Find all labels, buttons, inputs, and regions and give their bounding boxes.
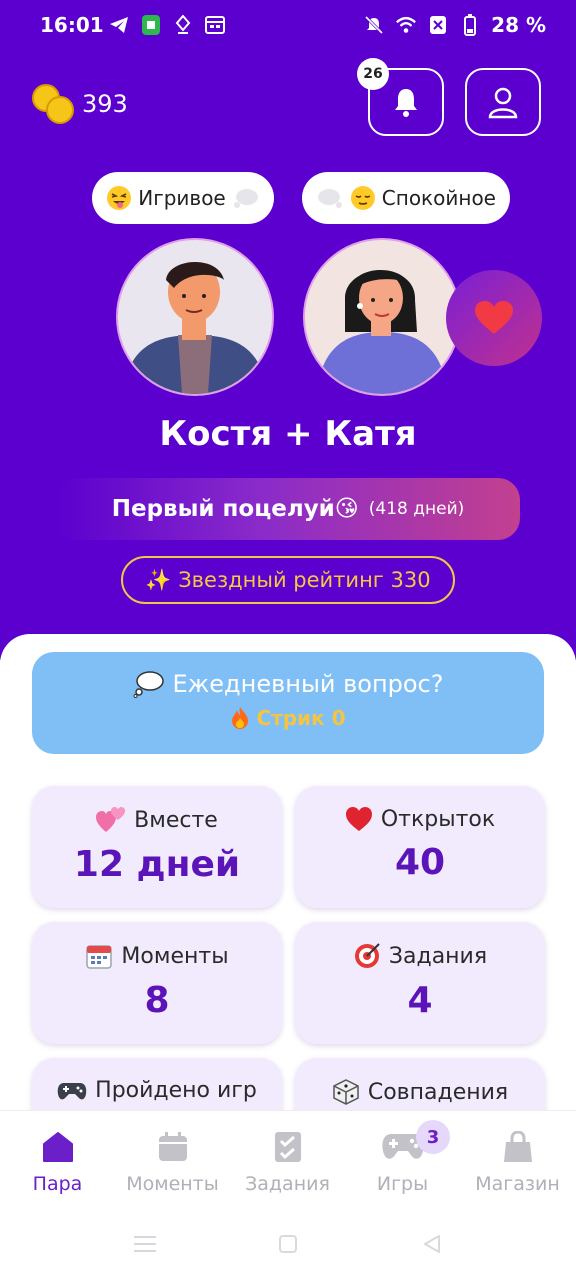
calendar-status-icon <box>204 14 226 36</box>
stat-value: 12 дней <box>73 844 241 885</box>
daily-question-label: Ежедневный вопрос? <box>172 670 444 698</box>
mood-chip-partner1[interactable]: Игривое <box>92 172 274 224</box>
back-icon[interactable] <box>422 1234 442 1254</box>
stat-label: Задания <box>388 943 488 969</box>
stat-label: Открыток <box>380 806 496 832</box>
status-time: 16:01 <box>40 13 104 37</box>
stat-label: Моменты <box>121 943 229 969</box>
thought-bubble-icon <box>317 189 342 208</box>
mood-chip-partner2[interactable]: Спокойное <box>302 172 510 224</box>
woman-avatar-icon <box>317 269 447 394</box>
man-avatar-icon <box>123 261 267 394</box>
stat-card-postcards[interactable]: Открыток 40 <box>295 786 545 908</box>
nav-item-shop[interactable]: Магазин <box>460 1129 575 1195</box>
couple-names: Костя + Катя <box>159 414 417 454</box>
stat-value: 40 <box>394 842 446 883</box>
mood-label: Игривое <box>138 186 226 210</box>
user-icon <box>488 87 518 119</box>
notifications-badge: 26 <box>357 58 389 90</box>
calendar-icon <box>86 945 113 969</box>
dice-icon <box>333 1079 359 1105</box>
coins-icon <box>32 84 74 124</box>
nav-item-couple[interactable]: Пара <box>0 1129 115 1195</box>
checklist-icon <box>274 1132 301 1162</box>
no-sim-icon <box>427 14 449 36</box>
menu-icon[interactable] <box>134 1234 156 1254</box>
header-area: 16:01 28 % 393 26 Игривое Спокойное Кост… <box>0 0 576 660</box>
red-heart-icon <box>345 807 372 831</box>
nav-item-moments[interactable]: Моменты <box>115 1129 230 1195</box>
avatar-partner1[interactable] <box>116 238 274 396</box>
nav-label: Пара <box>32 1173 83 1195</box>
thought-bubble-icon <box>233 189 258 208</box>
battery-icon <box>459 14 481 36</box>
system-navigation-bar <box>0 1216 576 1272</box>
mute-icon <box>363 14 385 36</box>
fire-icon <box>232 707 249 729</box>
download-icon <box>172 14 194 36</box>
milestone-days: (418 дней) <box>368 499 465 519</box>
shopping-bag-icon <box>503 1131 532 1162</box>
nav-label: Задания <box>245 1173 330 1195</box>
daily-question-card[interactable]: Ежедневный вопрос? Стрик 0 <box>32 652 544 754</box>
nav-label: Моменты <box>126 1173 219 1195</box>
stat-label: Вместе <box>134 807 218 833</box>
status-bar: 16:01 28 % <box>0 0 576 52</box>
avatar-partner2[interactable] <box>303 238 461 396</box>
home-icon <box>42 1132 73 1162</box>
stat-card-together[interactable]: Вместе 12 дней <box>32 786 282 908</box>
stat-card-moments[interactable]: Моменты 8 <box>32 922 282 1044</box>
target-icon <box>354 943 380 968</box>
coin-count: 393 <box>82 90 128 118</box>
gamepad-icon <box>57 1082 87 1099</box>
calm-emoji-icon <box>350 186 375 210</box>
milestone-title: Первый поцелуй😘 <box>111 496 359 522</box>
coin-balance[interactable]: 393 <box>32 84 128 124</box>
streak-label: Стрик 0 <box>256 706 346 730</box>
app-notification-icon <box>140 14 162 36</box>
milestone-banner[interactable]: Первый поцелуй😘 (418 дней) <box>56 478 520 540</box>
two-hearts-icon <box>96 807 126 832</box>
bell-icon <box>395 89 417 117</box>
stat-label: Совпадения <box>367 1079 509 1105</box>
stat-value: 4 <box>407 980 433 1021</box>
nav-label: Магазин <box>475 1173 560 1195</box>
star-rating-button[interactable]: ✨ Звездный рейтинг 330 <box>121 556 455 604</box>
wifi-icon <box>395 14 417 36</box>
home-square-icon[interactable] <box>278 1234 298 1254</box>
nav-label: Игры <box>376 1173 429 1195</box>
nav-item-tasks[interactable]: Задания <box>230 1129 345 1195</box>
stat-label: Пройдено игр <box>95 1078 257 1103</box>
heart-icon <box>475 301 513 334</box>
telegram-icon <box>108 14 130 36</box>
battery-percent: 28 % <box>491 13 546 37</box>
stat-card-tasks[interactable]: Задания 4 <box>295 922 545 1044</box>
stat-value: 8 <box>144 980 170 1021</box>
profile-button[interactable] <box>465 68 541 136</box>
calendar-icon <box>158 1132 187 1161</box>
thought-bubble-icon <box>133 671 164 698</box>
love-button[interactable] <box>446 270 542 366</box>
star-rating-label: ✨ Звездный рейтинг 330 <box>145 567 431 592</box>
games-badge: 3 <box>416 1120 450 1154</box>
mood-label: Спокойное <box>381 186 496 210</box>
playful-emoji-icon <box>107 186 132 210</box>
